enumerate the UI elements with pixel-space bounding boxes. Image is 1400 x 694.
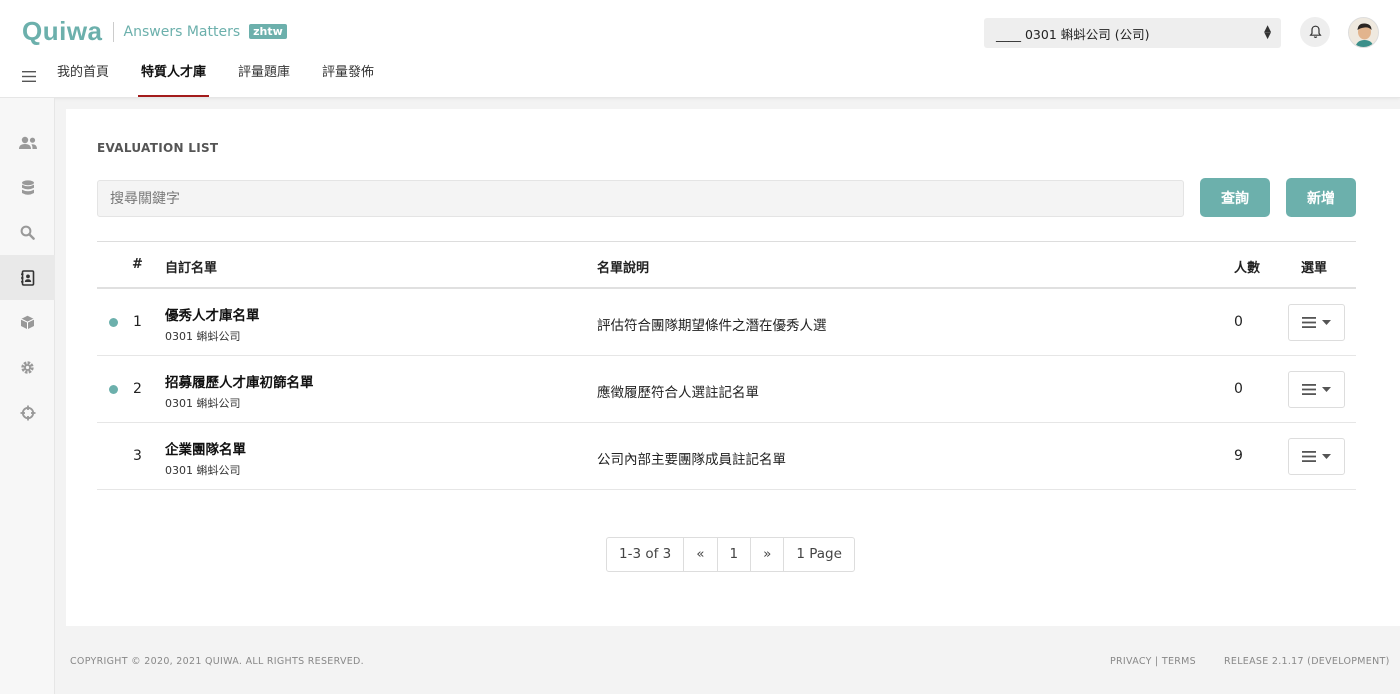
list-icon [1302,451,1316,462]
row-menu-button[interactable] [1288,304,1345,341]
brand-tagline: Answers Matters [123,23,241,40]
brand-divider [112,21,114,42]
company-select[interactable]: ____ 0301 蝌蚪公司 (公司) ▲ ▼ [984,18,1281,48]
sidebar-item-contacts[interactable] [0,255,55,300]
user-avatar[interactable] [1348,17,1379,48]
company-select-value: ____ 0301 蝌蚪公司 (公司) [996,26,1150,42]
sidebar-item-settings[interactable] [0,345,55,390]
row-description: 應徵履歷符合人選註記名單 [597,385,759,401]
avatar-image [1349,18,1378,47]
row-index: 1 [133,314,142,330]
sidebar-item-database[interactable] [0,165,55,210]
quiwa-logo[interactable]: Quiwa [22,16,103,47]
top-header: Quiwa Answers Matters zhtw ____ 0301 蝌蚪公… [0,0,1400,98]
language-badge[interactable]: zhtw [249,24,287,39]
footer-privacy-terms[interactable]: PRIVACY | TERMS [1110,656,1196,667]
search-icon [20,225,35,240]
row-description: 公司內部主要團隊成員註記名單 [597,452,786,468]
crosshair-icon [20,405,35,420]
list-icon [1302,317,1316,328]
status-dot [109,318,118,327]
row-count: 9 [1234,448,1243,464]
caret-down-icon [1322,387,1331,392]
row-count: 0 [1234,381,1243,397]
add-button[interactable]: 新增 [1286,178,1356,217]
row-index: 3 [133,448,142,464]
row-description: 評估符合團隊期望條件之潛在優秀人選 [597,318,827,334]
table-header: # 自訂名單 名單說明 人數 選單 [97,241,1356,289]
caret-down-icon [1322,320,1331,325]
pagination-range: 1-3 of 3 [607,538,685,571]
row-company: 0301 蝌蚪公司 [165,464,241,477]
brand[interactable]: Quiwa Answers Matters zhtw [22,16,287,47]
pagination: 1-3 of 3 « 1 » 1 Page [606,537,855,572]
footer-copyright: COPYRIGHT © 2020, 2021 QUIWA. ALL RIGHTS… [70,656,364,667]
row-company: 0301 蝌蚪公司 [165,397,241,410]
evaluation-list-card: EVALUATION LIST 查詢 新增 # 自訂名單 名單說明 人數 選單 … [66,109,1400,626]
sidebar [0,98,55,694]
sidebar-item-target[interactable] [0,390,55,435]
pagination-total-pages: 1 Page [796,546,842,562]
main-nav: 我的首頁 特質人才庫 評量題庫 評量發佈 [57,58,406,98]
col-header-name: 自訂名單 [165,261,218,276]
sidebar-item-users[interactable] [0,120,55,165]
hamburger-icon [22,71,36,82]
nav-item-talent-pool[interactable]: 特質人才庫 [138,58,210,98]
table-row[interactable]: 1 優秀人才庫名單 0301 蝌蚪公司 評估符合團隊期望條件之潛在優秀人選 0 [97,289,1356,356]
hamburger-menu-button[interactable] [22,67,36,82]
row-name[interactable]: 企業團隊名單 [165,438,246,458]
caret-down-icon [1322,454,1331,459]
row-name[interactable]: 招募履歷人才庫初篩名單 [165,371,314,391]
col-header-menu: 選單 [1301,261,1328,276]
contact-book-icon [20,269,34,286]
section-title: EVALUATION LIST [97,141,219,155]
users-icon [18,136,37,149]
row-company: 0301 蝌蚪公司 [165,330,241,343]
col-header-desc: 名單說明 [597,261,650,276]
footer-release: RELEASE 2.1.17 (DEVELOPMENT) [1224,656,1390,667]
col-header-count: 人數 [1234,261,1261,276]
pagination-prev[interactable]: « [684,538,718,571]
gear-icon [21,361,34,374]
nav-item-home[interactable]: 我的首頁 [57,58,109,98]
evaluation-table: # 自訂名單 名單說明 人數 選單 1 優秀人才庫名單 0301 蝌蚪公司 評估… [97,241,1356,490]
row-name[interactable]: 優秀人才庫名單 [165,304,260,324]
search-input[interactable] [97,180,1184,217]
nav-item-question-bank[interactable]: 評量題庫 [238,58,290,98]
sidebar-item-package[interactable] [0,300,55,345]
row-menu-button[interactable] [1288,371,1345,408]
database-icon [21,179,34,195]
row-menu-button[interactable] [1288,438,1345,475]
pagination-current-page[interactable]: 1 [718,538,752,571]
pagination-next[interactable]: » [751,538,785,571]
col-header-index: # [132,257,143,272]
sidebar-item-search[interactable] [0,210,55,255]
notification-button[interactable] [1300,17,1330,47]
select-arrows-icon: ▲ ▼ [1264,24,1271,41]
bell-icon [1308,25,1322,38]
list-icon [1302,384,1316,395]
status-dot [109,385,118,394]
nav-item-publish[interactable]: 評量發佈 [322,58,374,98]
table-row[interactable]: 3 企業團隊名單 0301 蝌蚪公司 公司內部主要團隊成員註記名單 9 [97,423,1356,490]
query-button[interactable]: 查詢 [1200,178,1270,217]
table-row[interactable]: 2 招募履歷人才庫初篩名單 0301 蝌蚪公司 應徵履歷符合人選註記名單 0 [97,356,1356,423]
row-count: 0 [1234,314,1243,330]
row-index: 2 [133,381,142,397]
box-icon [20,315,35,330]
